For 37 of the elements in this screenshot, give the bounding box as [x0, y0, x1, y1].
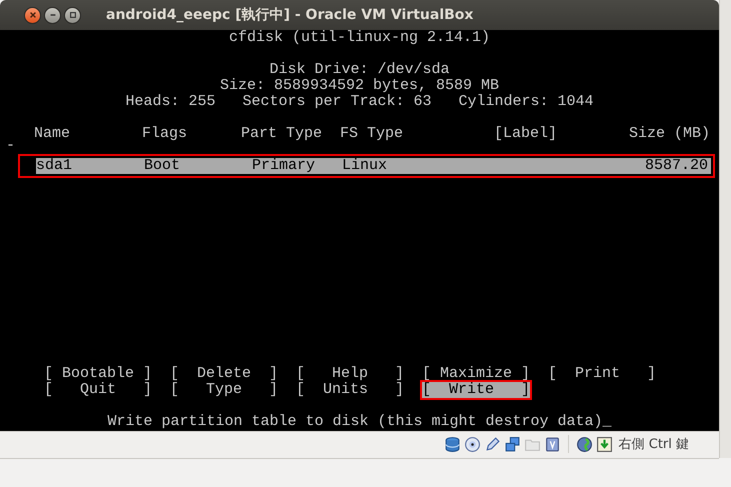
- column-header: Flags: [142, 126, 188, 142]
- table-cell-text: sda1: [36, 158, 74, 174]
- column-header: Size (MB): [628, 126, 710, 142]
- maximize-icon: [68, 11, 76, 19]
- row-marker: -: [5, 142, 16, 156]
- column-header: [Label]: [494, 126, 558, 142]
- chip-icon[interactable]: [544, 436, 561, 452]
- program-title: cfdisk (util-linux-ng 2.14.1): [228, 30, 490, 46]
- table-cell-text: 8587.20: [644, 158, 710, 174]
- close-icon: [28, 11, 36, 19]
- globe-icon[interactable]: [576, 436, 593, 452]
- network-icon[interactable]: [504, 436, 521, 452]
- host-key-label: 右側 Ctrl 鍵: [618, 436, 690, 453]
- minimize-button[interactable]: [44, 6, 61, 24]
- disc-icon[interactable]: [464, 436, 481, 452]
- menu-option[interactable]: [ Write ]: [420, 380, 532, 400]
- table-cell-text: Boot: [144, 158, 182, 174]
- menu-option[interactable]: [ Units ]: [294, 380, 406, 400]
- disk-info-line: Disk Drive: /dev/sda: [269, 62, 450, 78]
- menu-option[interactable]: [ Type ]: [168, 380, 280, 400]
- column-header: Name: [34, 126, 72, 142]
- partition-row[interactable]: sda1 Boot Primary Linux 8587.20: [18, 154, 716, 178]
- menu-option[interactable]: [ Quit ]: [42, 380, 154, 400]
- disk-info-line: Heads: 255 Sectors per Track: 63 Cylinders: 1044: [125, 94, 594, 110]
- close-button[interactable]: [24, 6, 41, 24]
- window-title: android4_eeepc [執行中] - Oracle VM VirtualBox: [106, 6, 474, 24]
- table-cell-text: Primary: [251, 158, 316, 174]
- scrollbar[interactable]: [719, 0, 731, 458]
- column-header: FS Type: [340, 126, 404, 142]
- hard-disk-icon[interactable]: [444, 436, 461, 452]
- column-header: Part Type: [241, 126, 324, 142]
- disk-info-line: Size: 8589934592 bytes, 8589 MB: [220, 78, 500, 94]
- usb-pen-icon[interactable]: [484, 436, 501, 452]
- menu-option[interactable]: [ Print ]: [546, 364, 658, 384]
- help-message: Write partition table to disk (this might destroy data)_: [107, 414, 612, 430]
- table-cell-text: Linux: [342, 158, 388, 174]
- maximize-button[interactable]: [64, 6, 81, 24]
